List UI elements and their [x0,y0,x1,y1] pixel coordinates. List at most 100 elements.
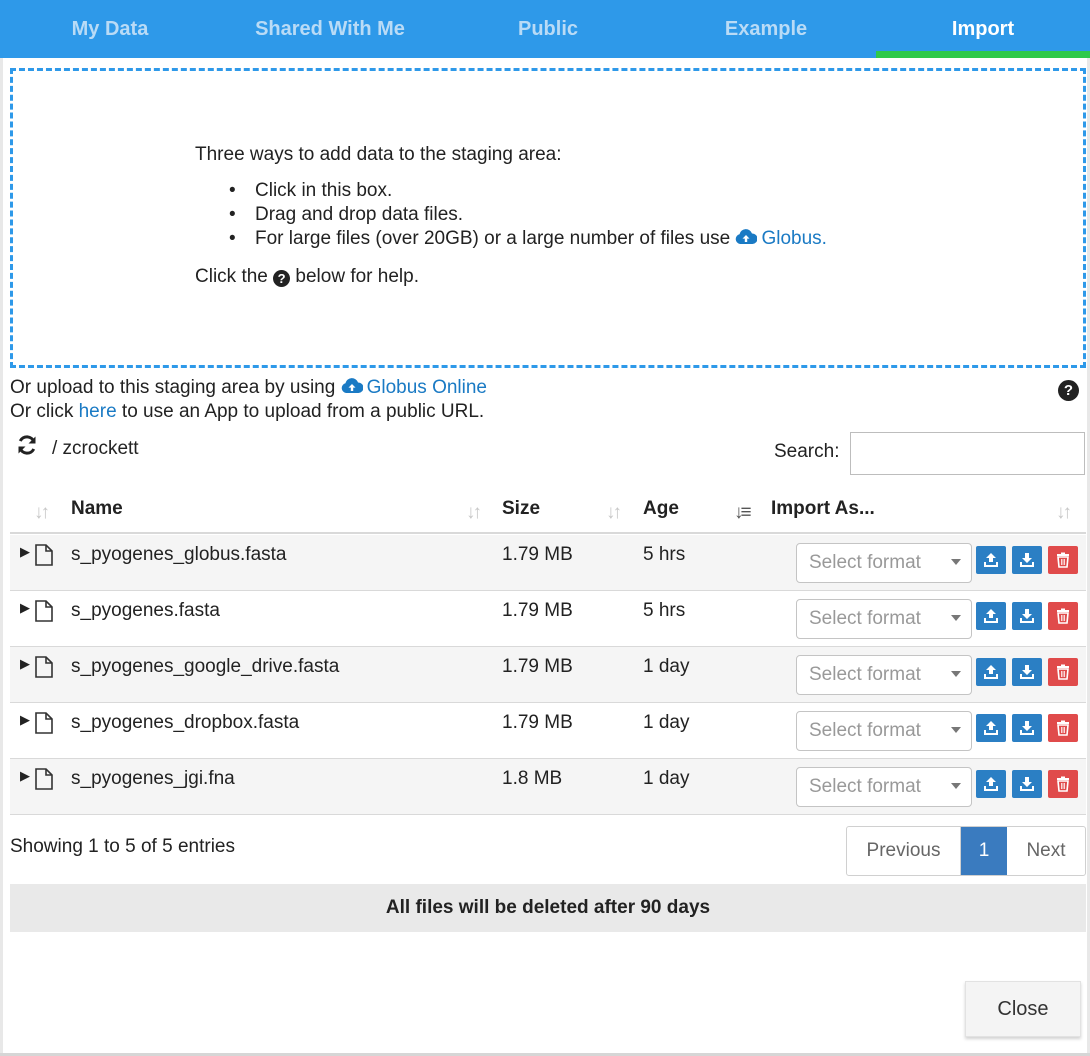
import-button[interactable] [976,658,1006,686]
sort-icon[interactable]: ↓↑ [1056,502,1072,524]
select-placeholder: Select format [809,664,921,685]
tab-my-data[interactable]: My Data [0,0,220,58]
help-text-after: below for help. [290,266,419,287]
globus-link[interactable]: Globus. [735,228,827,249]
dropzone-bullet: Click in this box. [229,179,827,203]
dropzone-instructions: Three ways to add data to the staging ar… [195,143,827,289]
delete-button[interactable] [1048,770,1078,798]
delete-button[interactable] [1048,714,1078,742]
page-1-button[interactable]: 1 [961,827,1007,875]
globus-online-line: Or upload to this staging area by using … [10,376,487,400]
caret-right-icon[interactable]: ▶ [20,768,30,784]
file-age: 1 day [643,712,690,733]
download-button[interactable] [1012,658,1042,686]
upload-icon [984,665,998,679]
table-info: Showing 1 to 5 of 5 entries [10,836,235,857]
caret-right-icon[interactable]: ▶ [20,600,30,616]
import-button[interactable] [976,602,1006,630]
current-path: / zcrockett [52,437,139,459]
caret-down-icon [951,615,961,621]
file-age: 5 hrs [643,600,686,621]
column-header-size[interactable]: Size [502,498,540,520]
file-size: 1.79 MB [502,656,573,677]
file-age: 1 day [643,656,690,677]
file-name: s_pyogenes_globus.fasta [71,544,287,565]
refresh-icon[interactable] [16,434,38,463]
download-icon [1020,609,1034,623]
dropzone-help-line: Click the ? below for help. [195,265,827,289]
import-format-select[interactable]: Select format [796,711,972,751]
delete-button[interactable] [1048,546,1078,574]
import-format-select[interactable]: Select format [796,543,972,583]
download-button[interactable] [1012,714,1042,742]
file-icon [35,712,53,734]
tab-example[interactable]: Example [656,0,876,58]
upload-icon [984,721,998,735]
file-size: 1.8 MB [502,768,563,789]
dropzone-bullet: Drag and drop data files. [229,203,827,227]
file-name: s_pyogenes_google_drive.fasta [71,656,340,677]
import-format-select[interactable]: Select format [796,599,972,639]
table-row: ▶ s_pyogenes_jgi.fna 1.8 MB 1 day Select… [10,759,1086,815]
select-placeholder: Select format [809,608,921,629]
column-header-name[interactable]: Name [71,498,123,520]
caret-right-icon[interactable]: ▶ [20,712,30,728]
delete-button[interactable] [1048,602,1078,630]
tab-label: My Data [71,17,149,40]
trash-icon [1057,664,1069,680]
file-size: 1.79 MB [502,712,573,733]
import-button[interactable] [976,714,1006,742]
caret-down-icon [951,559,961,565]
file-size: 1.79 MB [502,544,573,565]
column-header-age[interactable]: Age [643,498,679,520]
tab-public[interactable]: Public [440,0,656,58]
file-age: 5 hrs [643,544,686,565]
download-button[interactable] [1012,546,1042,574]
sort-desc-icon[interactable]: ↓≡ [734,502,752,524]
table-header: ↓↑ Name ↓↑ Size ↓↑ Age ↓≡ Import As... ↓… [10,490,1086,534]
caret-right-icon[interactable]: ▶ [20,544,30,560]
question-circle-icon: ? [273,270,291,287]
caret-down-icon [951,727,961,733]
delete-button[interactable] [1048,658,1078,686]
here-link[interactable]: here [79,401,117,422]
file-icon [35,544,53,566]
select-placeholder: Select format [809,552,921,573]
column-header-import-as[interactable]: Import As... [771,498,875,520]
import-format-select[interactable]: Select format [796,655,972,695]
frame-border-left [0,58,3,1056]
search-input[interactable] [850,432,1085,475]
caret-right-icon[interactable]: ▶ [20,656,30,672]
import-button[interactable] [976,546,1006,574]
path-bar: / zcrockett [16,434,139,463]
upload-icon [984,553,998,567]
file-name: s_pyogenes_dropbox.fasta [71,712,300,733]
globus-online-link[interactable]: Globus Online [341,377,487,398]
download-button[interactable] [1012,770,1042,798]
tab-shared-with-me[interactable]: Shared With Me [220,0,440,58]
trash-icon [1057,776,1069,792]
file-name: s_pyogenes.fasta [71,600,220,621]
globus-online-label: Globus Online [366,377,487,398]
close-button[interactable]: Close [965,981,1081,1037]
file-icon [35,768,53,790]
globus-link-label: Globus. [761,228,827,249]
download-icon [1020,721,1034,735]
download-icon [1020,665,1034,679]
sort-icon[interactable]: ↓↑ [606,502,622,524]
download-button[interactable] [1012,602,1042,630]
next-page-button[interactable]: Next [1007,827,1085,875]
upload-icon [984,609,998,623]
table-row: ▶ s_pyogenes_google_drive.fasta 1.79 MB … [10,647,1086,703]
previous-page-button[interactable]: Previous [847,827,961,875]
help-icon[interactable]: ? [1058,380,1079,401]
tab-label: Example [724,17,808,40]
sort-icon[interactable]: ↓↑ [34,502,50,524]
upload-dropzone[interactable]: Three ways to add data to the staging ar… [10,68,1086,368]
sort-icon[interactable]: ↓↑ [466,502,482,524]
import-format-select[interactable]: Select format [796,767,972,807]
trash-icon [1057,720,1069,736]
import-button[interactable] [976,770,1006,798]
public-url-prefix: Or click [10,401,79,422]
tab-import[interactable]: Import [876,0,1090,58]
